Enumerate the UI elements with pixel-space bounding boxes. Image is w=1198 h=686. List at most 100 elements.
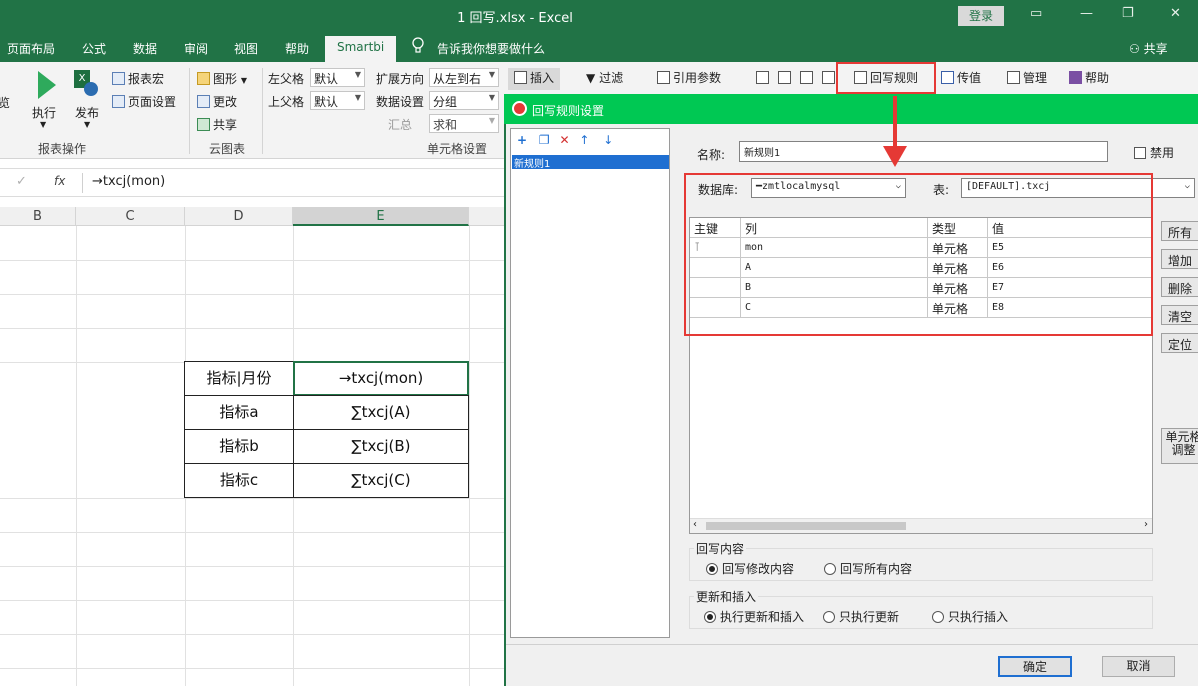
layout-icon-1[interactable]: [756, 68, 772, 90]
cell-e6[interactable]: ∑txcj(A): [293, 395, 469, 430]
pass-value-button[interactable]: 传值: [941, 68, 981, 90]
layout-icon-2[interactable]: [778, 68, 794, 90]
column-header-e[interactable]: E: [293, 207, 469, 226]
scrollbar-thumb[interactable]: [706, 522, 906, 530]
ribbon-separator: [262, 68, 263, 154]
confirm-icon[interactable]: ✓: [16, 174, 27, 189]
gridline: [0, 600, 504, 601]
execute-dropdown-icon[interactable]: ▼: [40, 120, 46, 129]
filter-button[interactable]: ▼ 过滤: [586, 68, 623, 90]
share-chart-icon: [197, 118, 210, 131]
title-bar: 1 回写.xlsx - Excel 登录 ▭ — ❐ ✕: [0, 0, 1198, 33]
left-parent-select[interactable]: 默认 ▼: [310, 68, 365, 87]
radio-insert-only[interactable]: 只执行插入: [932, 608, 1008, 625]
radio-writeback-all[interactable]: 回写所有内容: [824, 560, 912, 577]
insert-button[interactable]: 插入: [508, 68, 561, 90]
execute-button[interactable]: 执行: [32, 104, 56, 121]
preview-button[interactable]: 览: [0, 94, 10, 111]
layout-icon-3[interactable]: [800, 68, 816, 90]
ribbon-display-icon[interactable]: ▭: [1030, 6, 1042, 21]
gridline: [0, 498, 504, 499]
report-macro-button[interactable]: 报表宏: [112, 70, 164, 87]
tab-view[interactable]: 视图: [234, 40, 258, 57]
minimize-icon[interactable]: —: [1080, 6, 1093, 21]
rule-list-item[interactable]: 新规则1: [512, 155, 669, 170]
name-label: 名称:: [697, 148, 726, 162]
close-icon[interactable]: ✕: [1170, 6, 1181, 21]
cell-adjust-button[interactable]: 单元格 调整: [1161, 428, 1198, 464]
locate-button[interactable]: 定位: [1161, 333, 1198, 353]
cell-d8[interactable]: 指标c: [184, 463, 294, 498]
chart-button[interactable]: 图形 ▼: [197, 70, 247, 87]
cell-e5-selected[interactable]: →txcj(mon): [293, 361, 469, 396]
chart-icon: [197, 72, 210, 85]
scroll-right-icon[interactable]: ›: [1144, 519, 1148, 530]
expand-dir-select[interactable]: 从左到右 ▼: [429, 68, 499, 87]
lightbulb-icon: [412, 37, 424, 53]
cell-d7[interactable]: 指标b: [184, 429, 294, 464]
summary-select[interactable]: 求和 ▼: [429, 114, 499, 133]
column-header-d[interactable]: D: [185, 207, 293, 226]
page-setup-button[interactable]: 页面设置: [112, 93, 176, 110]
cancel-button[interactable]: 取消: [1102, 656, 1175, 677]
name-input[interactable]: 新规则1: [739, 141, 1108, 162]
tab-help[interactable]: 帮助: [285, 40, 309, 57]
data-setting-label: 数据设置: [376, 95, 425, 109]
restore-icon[interactable]: ❐: [1122, 6, 1134, 21]
radio-update-only[interactable]: 只执行更新: [823, 608, 899, 625]
tab-page-layout[interactable]: 页面布局: [7, 40, 55, 57]
tab-review[interactable]: 审阅: [184, 40, 208, 57]
ok-button[interactable]: 确定: [998, 656, 1072, 677]
column-header-blank: [469, 207, 504, 226]
cell-e8[interactable]: ∑txcj(C): [293, 463, 469, 498]
copy-rule-icon[interactable]: ❐: [539, 133, 550, 147]
highlight-writeback-rule: [836, 62, 936, 94]
help-icon: [1069, 71, 1082, 84]
clear-button[interactable]: 清空: [1161, 305, 1198, 325]
add-button[interactable]: 增加: [1161, 249, 1198, 269]
move-down-icon[interactable]: ↓: [603, 133, 613, 147]
dialog-title: 回写规则设置: [532, 104, 605, 118]
radio-writeback-modified[interactable]: 回写修改内容: [706, 560, 794, 577]
tab-smartbi[interactable]: Smartbi: [325, 36, 397, 62]
tab-formulas[interactable]: 公式: [82, 40, 106, 57]
help-button[interactable]: 帮助: [1069, 68, 1109, 90]
share-button[interactable]: ⚇ 共享: [1129, 40, 1168, 57]
top-parent-select[interactable]: 默认 ▼: [310, 91, 365, 110]
manage-icon: [1007, 71, 1020, 84]
cell-d5[interactable]: 指标|月份: [184, 361, 294, 396]
ref-params-button[interactable]: 引用参数: [657, 68, 721, 90]
delete-rule-icon[interactable]: ✕: [559, 133, 569, 147]
cell-d6[interactable]: 指标a: [184, 395, 294, 430]
radio-update-and-insert[interactable]: 执行更新和插入: [704, 608, 804, 625]
cell-e7[interactable]: ∑txcj(B): [293, 429, 469, 464]
formula-input[interactable]: →txcj(mon): [92, 174, 165, 189]
publish-button[interactable]: 发布: [75, 104, 99, 121]
window-title: 1 回写.xlsx - Excel: [457, 11, 573, 26]
publish-dropdown-icon[interactable]: ▼: [84, 120, 90, 129]
share-label: 共享: [1143, 42, 1168, 56]
tell-me-search[interactable]: 告诉我你想要做什么: [437, 40, 545, 57]
column-header-c[interactable]: C: [76, 207, 185, 226]
share-chart-button[interactable]: 共享: [197, 116, 237, 133]
gridline: [0, 260, 504, 261]
data-setting-select[interactable]: 分组 ▼: [429, 91, 499, 110]
manage-button[interactable]: 管理: [1007, 68, 1047, 90]
change-button[interactable]: 更改: [197, 93, 237, 110]
ribbon: 览 执行 ▼ X 发布 ▼ 报表宏 页面设置 报表操作 图形 ▼ 更改 共享 云…: [0, 62, 504, 159]
horizontal-scrollbar[interactable]: ‹ ›: [690, 518, 1152, 533]
rule-list-toolbar: + ❐ ✕ ↑ ↓: [517, 133, 613, 147]
select-all-button[interactable]: 所有: [1161, 221, 1198, 241]
add-rule-icon[interactable]: +: [517, 133, 527, 147]
move-up-icon[interactable]: ↑: [579, 133, 589, 147]
sheet-grid[interactable]: B C D E 指标|月份 →txcj(mon) 指标a ∑txcj(A) 指标…: [0, 207, 504, 686]
rule-list[interactable]: + ❐ ✕ ↑ ↓ 新规则1: [510, 128, 670, 638]
fx-icon[interactable]: fx: [54, 174, 65, 188]
login-button[interactable]: 登录: [958, 6, 1004, 26]
delete-button[interactable]: 删除: [1161, 277, 1198, 297]
tab-data[interactable]: 数据: [133, 40, 157, 57]
column-header-b[interactable]: B: [0, 207, 76, 226]
scroll-left-icon[interactable]: ‹: [693, 519, 697, 530]
highlight-db-table-mapping: [684, 173, 1153, 336]
disable-checkbox[interactable]: 禁用: [1134, 144, 1174, 161]
